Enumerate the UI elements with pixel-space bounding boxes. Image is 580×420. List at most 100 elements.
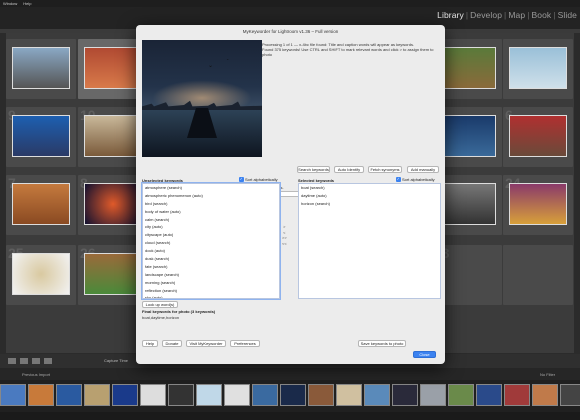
auto-identify-button[interactable]: Auto Identify <box>334 166 364 173</box>
sort-order-label[interactable]: Capture Time <box>104 358 128 363</box>
grid-thumbnail <box>438 183 496 225</box>
mykeyworder-dialog: MyKeyworder for Lightroom v1.36 – Full v… <box>136 25 445 364</box>
bird-icon: ⌄ <box>226 56 230 61</box>
visit-mykeyworder-button[interactable]: Visit MyKeyworder <box>186 340 226 347</box>
close-button[interactable]: Close <box>413 351 436 358</box>
keyword-item[interactable]: atmospheric phenomenon (auto) <box>143 192 279 200</box>
menu-help[interactable]: Help <box>23 0 31 7</box>
keyword-item[interactable]: fate (search) <box>143 263 279 271</box>
grid-thumbnail <box>84 183 142 225</box>
survey-view-icon[interactable] <box>44 358 52 364</box>
filmstrip-thumbnail[interactable] <box>476 384 502 406</box>
grid-cell[interactable] <box>6 39 76 99</box>
filmstrip-thumbnail[interactable] <box>84 384 110 406</box>
move-arrows: > < >> << <box>282 224 287 246</box>
grid-cell[interactable]: 25 <box>6 245 76 305</box>
filmstrip-thumbnail[interactable] <box>560 384 580 406</box>
unselected-keyword-list[interactable]: atmosphere (search) atmospheric phenomeno… <box>141 182 281 300</box>
final-keywords-heading: Final keywords for photo (3 keywords) <box>142 309 216 314</box>
filmstrip-thumbnail[interactable] <box>28 384 54 406</box>
filmstrip-thumbnail[interactable] <box>224 384 250 406</box>
module-book[interactable]: Book <box>532 10 552 20</box>
keyword-item[interactable]: reflection (search) <box>143 287 279 295</box>
keyword-item[interactable]: cityscape (auto) <box>143 231 279 239</box>
filmstrip-thumbnail[interactable] <box>364 384 390 406</box>
module-map[interactable]: Map <box>508 10 525 20</box>
grid-thumbnail <box>12 47 70 89</box>
bird-icon: ⌄ <box>208 63 214 69</box>
sort-unselected-toggle[interactable]: ✓ Sort alphabetically <box>239 177 278 182</box>
filmstrip-thumbnail[interactable] <box>532 384 558 406</box>
grid-cell[interactable]: 6 <box>503 107 573 167</box>
filmstrip-thumbnail[interactable] <box>392 384 418 406</box>
keyword-item[interactable]: boat (search) <box>299 184 440 192</box>
filmstrip-source[interactable]: Previous Import <box>22 372 50 377</box>
keyword-item[interactable]: landscape (search) <box>143 271 279 279</box>
grid-cell[interactable] <box>503 245 573 305</box>
filmstrip-thumbnail[interactable] <box>504 384 530 406</box>
keyword-item[interactable]: calm (search) <box>143 216 279 224</box>
keyword-item[interactable]: body of water (auto) <box>143 208 279 216</box>
grid-cell[interactable]: 9 <box>6 107 76 167</box>
grid-thumbnail <box>12 115 70 157</box>
filmstrip-thumbnail[interactable] <box>448 384 474 406</box>
filmstrip-thumbnail[interactable] <box>420 384 446 406</box>
add-manually-button[interactable]: Add manually <box>407 166 439 173</box>
grid-thumbnail <box>509 115 567 157</box>
filmstrip-thumbnail[interactable] <box>56 384 82 406</box>
move-all-right-button[interactable]: >> <box>282 235 287 241</box>
save-keywords-button[interactable]: Save keywords to photo <box>358 340 406 347</box>
lookup-words-button[interactable]: Look up word(s) <box>142 301 178 308</box>
filmstrip-filter[interactable]: No Filter <box>540 372 555 377</box>
grid-thumbnail <box>84 253 142 295</box>
keyword-item[interactable]: bird (search) <box>143 200 279 208</box>
module-develop[interactable]: Develop <box>470 10 502 20</box>
keyword-item[interactable]: daytime (auto) <box>299 192 440 200</box>
keyword-item[interactable]: atmosphere (search) <box>143 184 279 192</box>
keyword-item[interactable]: city (auto) <box>143 223 279 231</box>
module-slideshow[interactable]: Slide <box>558 10 577 20</box>
selected-keyword-list[interactable]: boat (search) daytime (auto) horizon (sear… <box>298 183 441 299</box>
filmstrip <box>0 380 580 412</box>
grid-view-icon[interactable] <box>8 358 16 364</box>
filmstrip-thumbnail[interactable] <box>140 384 166 406</box>
menu-window[interactable]: Window <box>3 0 17 7</box>
sort-selected-toggle[interactable]: ✓ Sort alphabetically <box>396 177 435 182</box>
grid-cell[interactable]: 7 <box>6 175 76 235</box>
donate-button[interactable]: Donate <box>162 340 182 347</box>
grid-cell[interactable]: 24 <box>503 175 573 235</box>
keyword-item[interactable]: dock (auto) <box>143 247 279 255</box>
preferences-button[interactable]: Preferences <box>230 340 260 347</box>
grid-thumbnail <box>509 183 567 225</box>
grid-cell[interactable] <box>503 39 573 99</box>
filmstrip-thumbnail[interactable] <box>196 384 222 406</box>
filmstrip-thumbnail[interactable] <box>252 384 278 406</box>
checkmark-icon: ✓ <box>239 177 244 182</box>
move-all-left-button[interactable]: << <box>282 241 287 247</box>
filmstrip-thumbnail[interactable] <box>0 384 26 406</box>
search-keywords-button[interactable]: Search keywords <box>297 166 330 173</box>
filmstrip-header: Previous Import No Filter <box>0 368 580 380</box>
filmstrip-thumbnail[interactable] <box>112 384 138 406</box>
filmstrip-thumbnail[interactable] <box>336 384 362 406</box>
keyword-item[interactable]: morning (search) <box>143 279 279 287</box>
keyword-item[interactable]: sky (auto) <box>143 294 279 298</box>
filmstrip-thumbnail[interactable] <box>168 384 194 406</box>
keyword-item[interactable]: dusk (search) <box>143 255 279 263</box>
module-library[interactable]: Library <box>437 10 464 20</box>
photo-preview: ⌄ ⌄ <box>142 40 262 157</box>
filmstrip-thumbnail[interactable] <box>280 384 306 406</box>
loupe-view-icon[interactable] <box>20 358 28 364</box>
keyword-item[interactable]: horizon (search) <box>299 200 440 208</box>
compare-view-icon[interactable] <box>32 358 40 364</box>
bottom-bar <box>0 412 580 420</box>
fetch-synonyms-button[interactable]: Fetch synonyms <box>368 166 402 173</box>
keyword-item[interactable]: cloud (search) <box>143 239 279 247</box>
grid-thumbnail <box>84 47 142 89</box>
grid-thumbnail <box>438 47 496 89</box>
move-right-button[interactable]: > <box>282 224 287 230</box>
filmstrip-thumbnail[interactable] <box>308 384 334 406</box>
help-button[interactable]: Help <box>142 340 158 347</box>
grid-thumbnail <box>438 115 496 157</box>
grid-thumbnail <box>12 253 70 295</box>
